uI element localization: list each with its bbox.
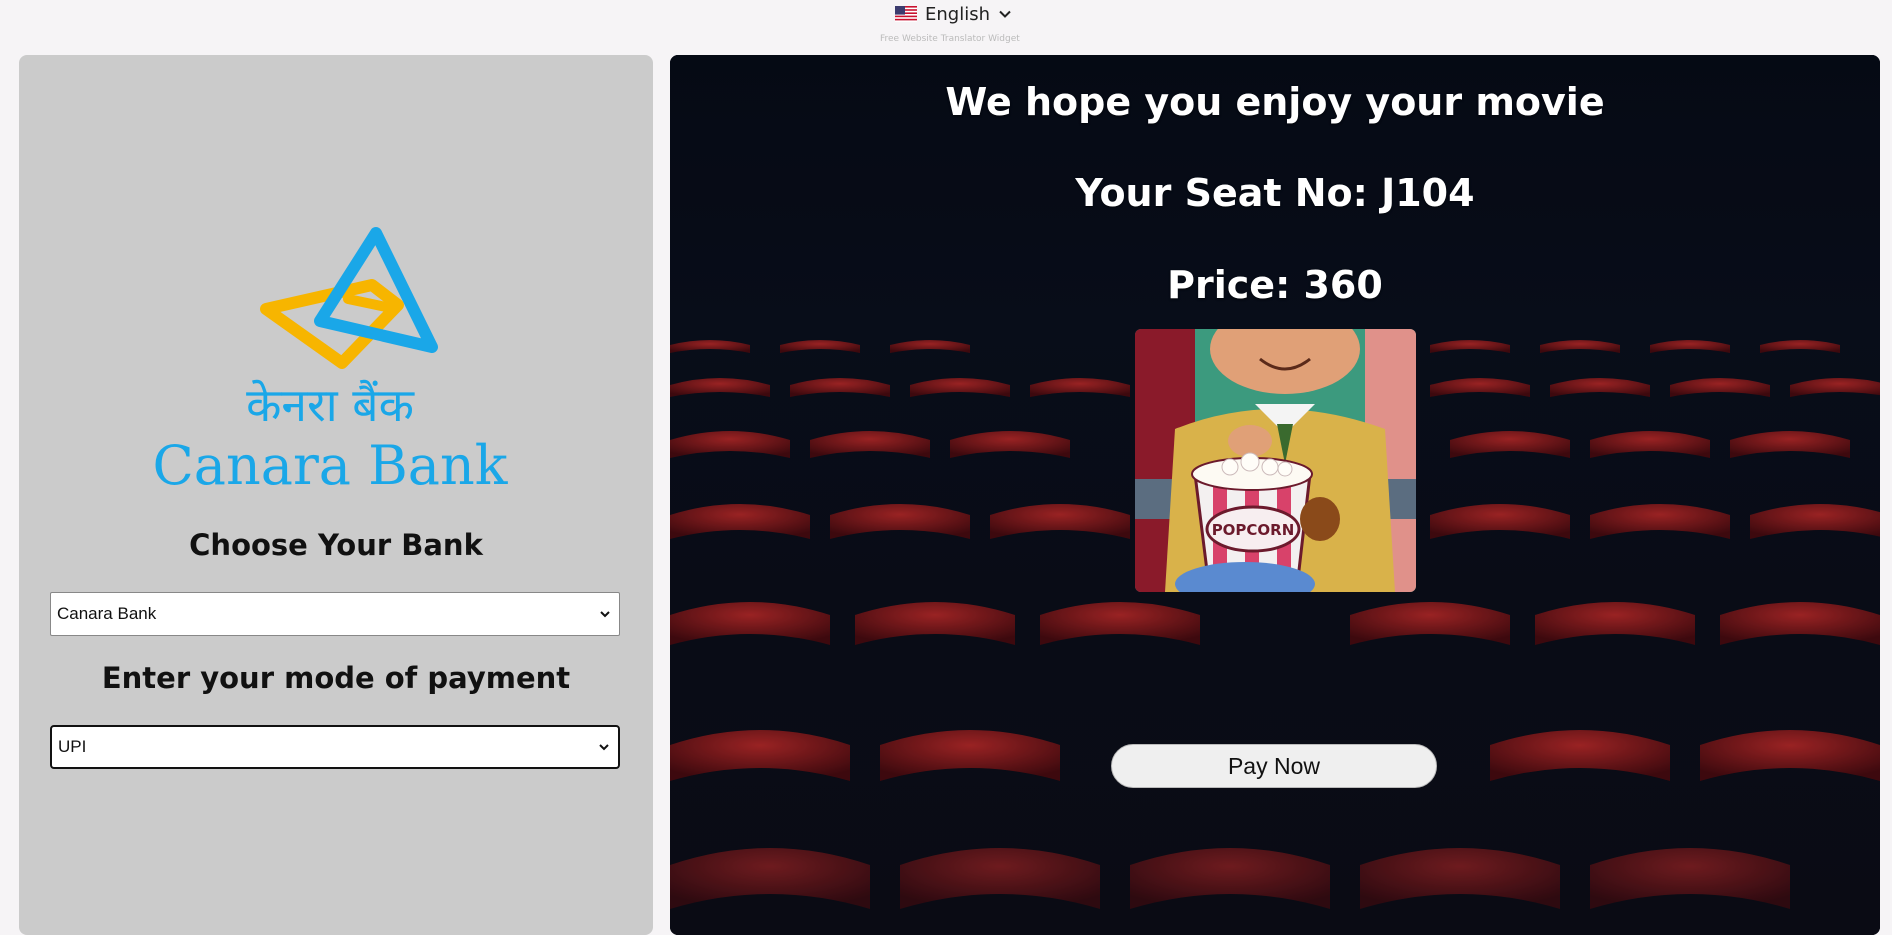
bank-select-value: Canara Bank (57, 604, 157, 623)
booking-summary-panel: We hope you enjoy your movie Your Seat N… (670, 55, 1880, 935)
bank-selection-panel: केनरा बैंक Canara Bank Choose Your Bank … (19, 55, 653, 935)
translator-widget-note: Free Website Translator Widget (880, 34, 1020, 44)
payment-mode-value: UPI (58, 737, 87, 756)
canara-bank-logo-icon (260, 227, 438, 369)
chevron-down-icon (999, 10, 1011, 18)
bank-select[interactable]: Canara Bank (50, 592, 620, 636)
language-selector[interactable]: English (895, 2, 1012, 26)
chevron-down-icon (599, 744, 609, 751)
payment-mode-select[interactable]: UPI (50, 725, 620, 769)
pay-now-button[interactable]: Pay Now (1111, 744, 1437, 788)
payment-mode-heading: Enter your mode of payment (101, 661, 571, 695)
enjoy-movie-message: We hope you enjoy your movie (945, 80, 1605, 124)
bank-logo-hindi: केनरा बैंक (246, 378, 414, 432)
popcorn-label: POPCORN (1212, 521, 1295, 539)
chevron-down-icon (600, 611, 610, 618)
language-label: English (925, 3, 990, 25)
popcorn-cartoon-image: POPCORN (1135, 329, 1416, 592)
bank-logo-english: Canara Bank (152, 434, 508, 497)
seat-number: Your Seat No: J104 (1075, 171, 1475, 215)
choose-bank-heading: Choose Your Bank (189, 528, 483, 562)
ticket-price: Price: 360 (1167, 263, 1383, 307)
us-flag-icon (895, 6, 917, 22)
